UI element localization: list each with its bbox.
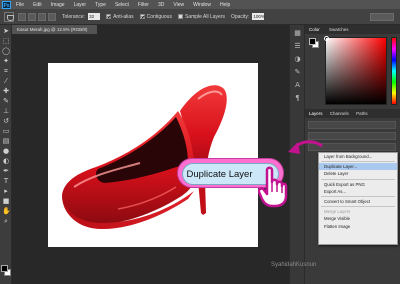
tab-paths[interactable]: Paths [356,109,368,118]
menu-help[interactable]: Help [220,2,230,8]
subtract-selection-icon[interactable] [38,12,46,21]
menu-type[interactable]: Type [95,2,106,8]
anti-alias-label: Anti-alias [113,13,134,20]
menu-item-flatten-image[interactable]: Flatten Image [319,223,397,230]
red-high-heel-image [62,85,227,229]
history-panel-icon[interactable]: ▦ [293,29,302,37]
menu-separator [321,206,395,208]
panel-foreground-swatch[interactable] [309,38,316,45]
anti-alias-checkbox[interactable] [106,14,112,19]
sample-all-label: Sample All Layers [184,13,225,20]
tolerance-input[interactable]: 32 [88,13,101,20]
hand-tool-icon[interactable]: ✋ [2,207,11,215]
menu-bar: Ps File Edit Image Layer Type Select Fil… [0,0,400,9]
menu-separator [321,178,395,180]
tools-panel: ➤ ⬚ ◯ ✦ ⌗ ⁄ ✚ ✎ ⊥ ↺ ▭ ▤ ● ◐ ✒ T ▸ ■ ✋ ⌕ [0,25,12,284]
color-picker-field[interactable] [324,36,387,105]
color-panel-header: Color Swatches [305,25,400,34]
contiguous-label: Contiguous [146,13,172,20]
tolerance-label: Tolerance: [62,13,86,20]
menu-item-duplicate-layer[interactable]: Duplicate Layer... [319,163,397,171]
curved-arrow-icon [288,140,323,154]
stamp-tool-icon[interactable]: ⊥ [2,107,10,115]
blur-tool-icon[interactable]: ● [2,147,10,155]
gradient-tool-icon[interactable]: ▤ [2,137,10,145]
eyedropper-tool-icon[interactable]: ⁄ [2,77,10,85]
opacity-label: Opacity: [230,13,250,20]
menu-item-export-as[interactable]: Export As... [319,188,397,195]
menu-filter[interactable]: Filter [138,2,149,8]
path-select-icon[interactable]: ▸ [2,187,10,195]
healing-tool-icon[interactable]: ✚ [2,87,10,95]
options-bar: Tolerance: 32 Anti-alias Contiguous Samp… [0,9,400,25]
tab-channels[interactable]: Channels [330,109,349,118]
dodge-tool-icon[interactable]: ◐ [2,157,10,165]
menu-window[interactable]: Window [193,2,211,8]
menu-layer[interactable]: Layer [74,2,87,8]
sample-all-checkbox[interactable] [177,14,183,19]
magic-wand-icon[interactable] [4,11,14,22]
hue-slider[interactable] [391,37,397,105]
move-tool-icon[interactable]: ➤ [2,27,10,35]
magic-wand-tool-icon[interactable]: ✦ [2,57,10,65]
properties-panel-icon[interactable]: ☰ [293,42,302,50]
paragraph-panel-icon[interactable]: ¶ [293,94,302,102]
color-picker-ring[interactable] [324,36,329,41]
menu-select[interactable]: Select [115,2,129,8]
tab-swatches[interactable]: Swatches [329,25,349,34]
document-tab[interactable]: Kasut Merah.jpg @ 12.5% (RGB/8) [12,25,97,34]
history-brush-icon[interactable]: ↺ [2,117,10,125]
adjustments-panel-icon[interactable]: ◑ [293,55,302,63]
photoshop-logo: Ps [2,0,11,9]
menu-separator [321,195,395,197]
menu-item-quick-export-png[interactable]: Quick Export as PNG [319,181,397,188]
zoom-tool-icon[interactable]: ⌕ [2,217,10,225]
layers-filter-bar[interactable] [308,121,396,129]
menu-image[interactable]: Image [51,2,65,8]
crop-tool-icon[interactable]: ⌗ [2,67,10,75]
intersect-selection-icon[interactable] [48,12,56,21]
tab-color[interactable]: Color [309,25,320,34]
eraser-tool-icon[interactable]: ▭ [2,127,10,135]
menu-item-delete-layer[interactable]: Delete Layer [319,170,397,177]
brush-panel-icon[interactable]: ✎ [293,68,302,76]
document-canvas[interactable] [48,63,258,247]
tab-layers[interactable]: Layers [309,109,323,118]
add-selection-icon[interactable] [28,12,36,21]
layers-panel-header: Layers Channels Paths [305,109,400,118]
lasso-tool-icon[interactable]: ◯ [2,47,10,55]
opacity-input[interactable]: 100% [252,13,265,20]
menu-item-merge-visible[interactable]: Merge Visible [319,215,397,222]
character-panel-icon[interactable]: A [293,81,302,89]
workspace-select[interactable] [370,12,394,21]
watermark: SyahidahKusnun [271,262,317,268]
marquee-tool-icon[interactable]: ⬚ [2,37,10,45]
contiguous-checkbox[interactable] [139,14,145,19]
shape-tool-icon[interactable]: ■ [2,197,10,205]
new-selection-icon[interactable] [18,12,26,21]
pen-tool-icon[interactable]: ✒ [2,167,10,175]
brush-tool-icon[interactable]: ✎ [2,97,10,105]
menu-item-merge-layers: Merge Layers [324,209,351,215]
menu-edit[interactable]: Edit [33,2,42,8]
foreground-color-swatch[interactable] [1,265,8,272]
menu-view[interactable]: View [173,2,184,8]
menu-item-layer-from-background[interactable]: Layer from Background... [319,153,397,160]
hand-cursor-icon [258,166,288,208]
type-tool-icon[interactable]: T [2,177,10,185]
menu-item-convert-smart-object[interactable]: Convert to Smart Object [319,198,397,205]
layer-context-menu: Layer from Background... Duplicate Layer… [318,152,398,245]
menu-3d[interactable]: 3D [158,2,164,8]
menu-file[interactable]: File [16,2,24,8]
menu-separator [321,161,395,163]
